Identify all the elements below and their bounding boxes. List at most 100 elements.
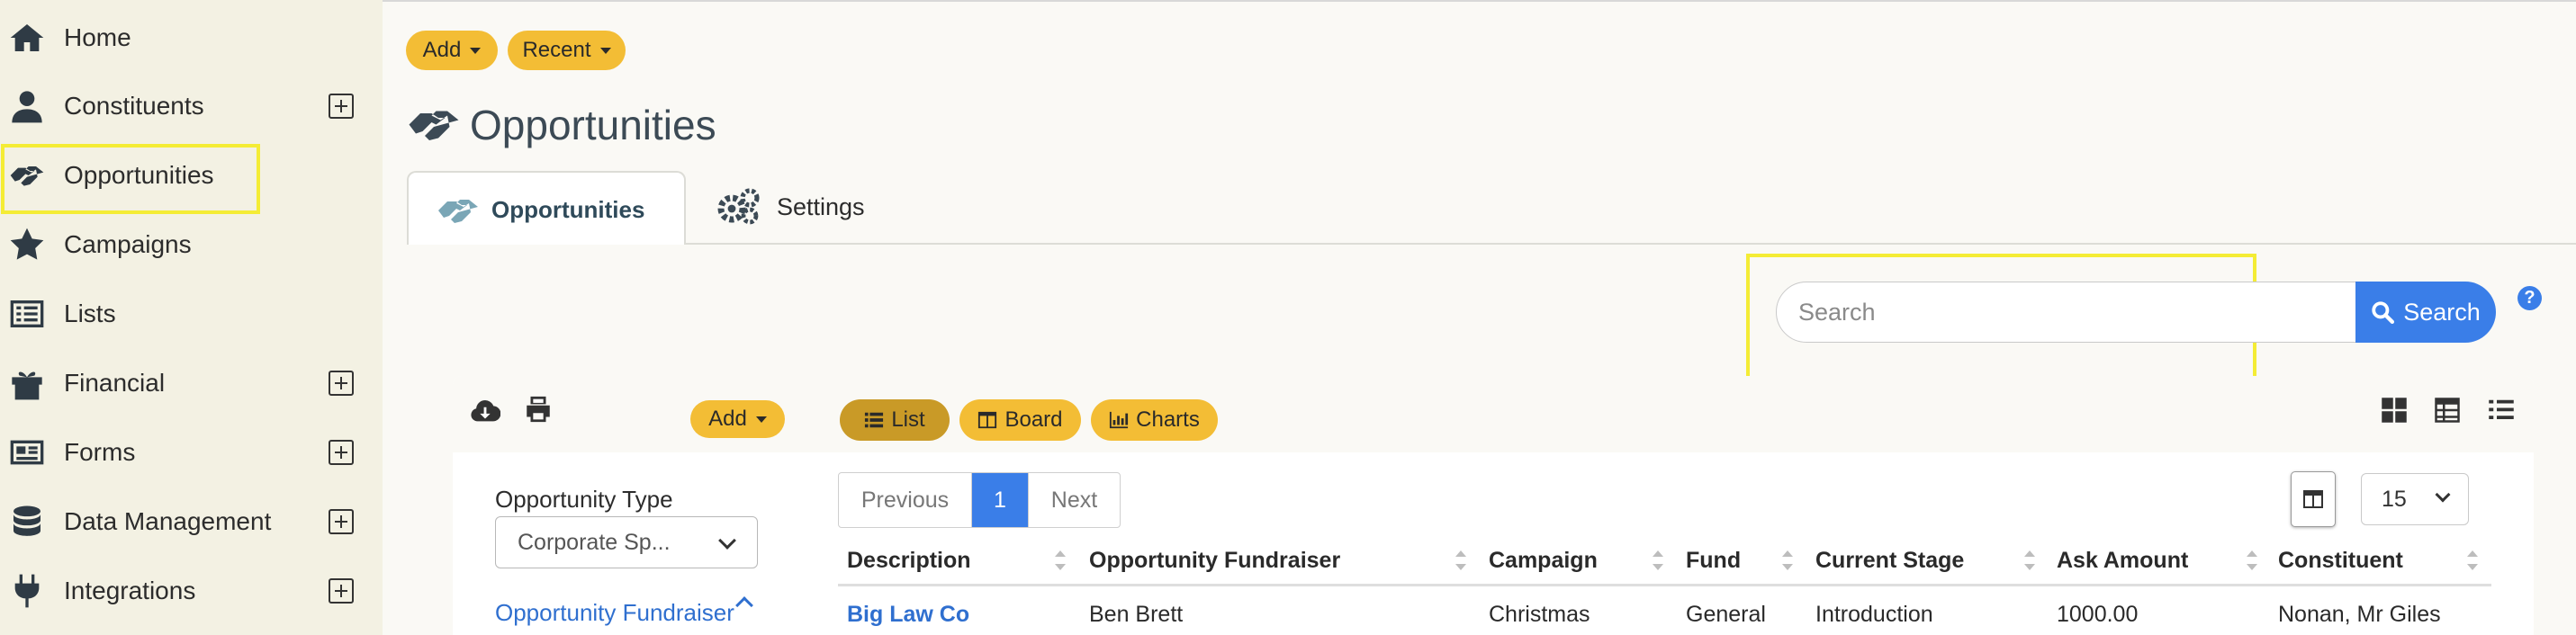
sort-icon[interactable]: [1653, 550, 1663, 570]
view-label: Board: [1004, 407, 1063, 432]
expand-plus-icon[interactable]: [329, 94, 354, 119]
page-size-value: 15: [2382, 486, 2407, 512]
help-icon[interactable]: ?: [2517, 286, 2542, 310]
sidebar-item-label: Home: [64, 23, 131, 51]
sort-icon[interactable]: [2247, 550, 2257, 570]
filter-type-label: Opportunity Type: [495, 486, 673, 513]
expand-plus-icon[interactable]: [329, 371, 354, 396]
list-view-icon[interactable]: [2488, 397, 2515, 424]
caret-down-icon: [599, 47, 611, 54]
table-cell-description-link[interactable]: Big Law Co: [847, 602, 969, 628]
gears-icon: [717, 188, 760, 225]
search-button-label: Search: [2403, 298, 2481, 326]
chevron-down-icon: [2435, 487, 2451, 503]
previous-page-button[interactable]: Previous: [839, 473, 972, 527]
table-cell-current-stage: Introduction: [1815, 602, 1933, 627]
gift-icon: [7, 363, 47, 403]
list-icon: [7, 294, 47, 334]
recent-label: Recent: [522, 38, 591, 62]
grid-view-icon[interactable]: [2381, 397, 2408, 424]
sidebar-item-financial[interactable]: Financial: [0, 349, 383, 417]
add-label: Add: [708, 407, 747, 431]
column-header-fund[interactable]: Fund: [1686, 548, 1741, 574]
column-header-ask-amount[interactable]: Ask Amount: [2057, 548, 2188, 574]
next-page-button[interactable]: Next: [1028, 473, 1120, 527]
columns-icon: [2303, 490, 2323, 508]
table-header-divider: [838, 584, 2491, 586]
handshake-icon: [409, 111, 459, 140]
table-view-icon[interactable]: [2434, 397, 2461, 424]
page-size-select[interactable]: 15: [2361, 473, 2469, 525]
view-list-button[interactable]: List: [840, 399, 950, 441]
caret-down-icon: [755, 416, 767, 423]
view-label: List: [891, 407, 925, 432]
page-1-button[interactable]: 1: [972, 473, 1028, 527]
tab-label: Opportunities: [491, 196, 645, 223]
table-cell-ask-amount: 1000.00: [2057, 602, 2139, 627]
search-icon: [2372, 301, 2395, 324]
expand-plus-icon[interactable]: [329, 440, 354, 465]
caret-down-icon: [470, 47, 482, 54]
sidebar-item-data-management[interactable]: Data Management: [0, 487, 383, 556]
page-title: Opportunities: [470, 102, 716, 148]
highlight-box: [1, 144, 260, 214]
sort-icon[interactable]: [1455, 550, 1466, 570]
tab-label: Settings: [777, 192, 865, 220]
print-icon[interactable]: [523, 394, 554, 425]
view-charts-button[interactable]: Charts: [1091, 399, 1218, 441]
add-dropdown-button[interactable]: Add: [406, 31, 498, 70]
column-header-fundraiser[interactable]: Opportunity Fundraiser: [1089, 548, 1340, 574]
person-icon: [7, 86, 47, 126]
bar-chart-icon: [1110, 411, 1129, 429]
column-header-campaign[interactable]: Campaign: [1489, 548, 1598, 574]
handshake-icon: [438, 200, 478, 223]
tab-opportunities[interactable]: Opportunities: [407, 171, 686, 245]
sort-icon[interactable]: [1055, 550, 1066, 570]
view-board-button[interactable]: Board: [959, 399, 1081, 441]
recent-dropdown-button[interactable]: Recent: [508, 31, 626, 70]
view-label: Charts: [1136, 407, 1200, 432]
column-toggle-button[interactable]: [2291, 471, 2336, 527]
sidebar-item-forms[interactable]: Forms: [0, 418, 383, 487]
table-cell-constituent: Nonan, Mr Giles: [2278, 602, 2441, 627]
pagination: Previous 1 Next: [838, 472, 1121, 528]
board-icon: [978, 411, 997, 429]
cloud-download-icon[interactable]: [470, 396, 500, 426]
card-add-button[interactable]: Add: [690, 400, 785, 438]
sidebar-item-label: Data Management: [64, 507, 272, 535]
sidebar-item-label: Campaigns: [64, 230, 192, 258]
sidebar-item-label: Financial: [64, 369, 166, 397]
search-button[interactable]: Search: [2355, 282, 2496, 343]
database-icon: [7, 502, 47, 541]
sidebar-item-label: Forms: [64, 438, 136, 466]
plug-icon: [7, 571, 47, 611]
column-header-description[interactable]: Description: [847, 548, 971, 574]
filter-fundraiser-toggle[interactable]: Opportunity Fundraiser: [495, 599, 734, 627]
column-header-current-stage[interactable]: Current Stage: [1815, 548, 1964, 574]
tab-settings[interactable]: Settings: [716, 180, 865, 234]
sidebar-item-home[interactable]: Home: [0, 4, 383, 72]
sidebar-item-constituents[interactable]: Constituents: [0, 72, 383, 140]
sort-icon[interactable]: [2024, 550, 2035, 570]
sidebar-item-label: Lists: [64, 300, 116, 327]
top-border: [0, 0, 2576, 2]
sort-icon[interactable]: [1782, 550, 1793, 570]
table-cell-campaign: Christmas: [1489, 602, 1590, 627]
add-label: Add: [422, 38, 462, 62]
column-header-constituent[interactable]: Constituent: [2278, 548, 2403, 574]
sidebar-item-campaigns[interactable]: Campaigns: [0, 210, 383, 279]
sidebar-item-lists[interactable]: Lists: [0, 280, 383, 348]
search-input[interactable]: [1776, 282, 2356, 343]
home-icon: [7, 18, 47, 58]
sort-icon[interactable]: [2467, 550, 2478, 570]
sidebar-item-label: Constituents: [64, 92, 204, 120]
sidebar-item-label: Integrations: [64, 577, 196, 604]
list-icon: [865, 412, 884, 428]
select-value: Corporate Sp...: [518, 529, 671, 555]
table-cell-fund: General: [1686, 602, 1766, 627]
sidebar-item-integrations[interactable]: Integrations: [0, 557, 383, 625]
expand-plus-icon[interactable]: [329, 578, 354, 604]
table-cell-fundraiser: Ben Brett: [1089, 602, 1184, 627]
expand-plus-icon[interactable]: [329, 509, 354, 534]
opportunity-type-select[interactable]: Corporate Sp...: [495, 516, 758, 568]
